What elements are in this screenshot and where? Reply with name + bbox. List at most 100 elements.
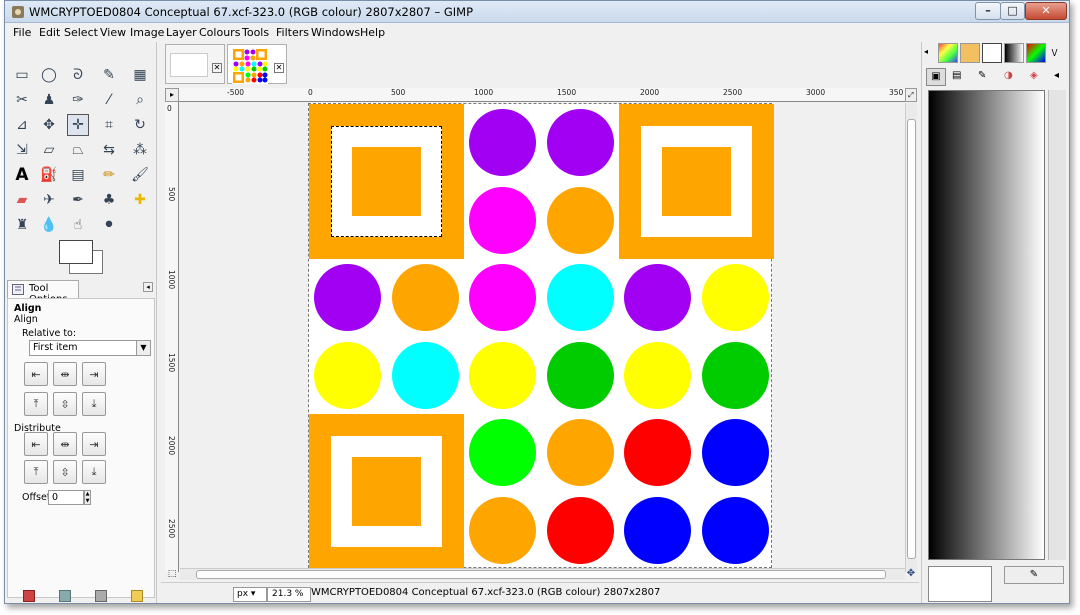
distribute-right-button[interactable]: ⇥ [82, 432, 106, 456]
minimize-button[interactable]: – [975, 2, 1001, 20]
perspective-clone-icon[interactable]: ♜ [11, 214, 33, 236]
paintbrush-icon[interactable]: 🖌 [129, 164, 151, 186]
pencil-icon[interactable]: ✏ [98, 164, 120, 186]
menu-select[interactable]: Select [64, 26, 98, 39]
menu-view[interactable]: View [100, 26, 126, 39]
dock-menu-icon[interactable]: ◂ [924, 47, 934, 57]
scrollbar-thumb[interactable] [196, 570, 886, 579]
menu-edit[interactable]: Edit [39, 26, 60, 39]
airbrush-icon[interactable]: ✈ [38, 189, 60, 211]
save-options-icon[interactable] [23, 590, 35, 602]
foreground-color-swatch[interactable] [59, 240, 93, 264]
fg-bg-color-selector[interactable] [57, 238, 109, 278]
ellipse-select-icon[interactable]: ◯ [38, 64, 60, 86]
horizontal-scrollbar[interactable] [180, 568, 905, 580]
move-icon[interactable]: ✥ [38, 114, 60, 136]
text-tool-icon[interactable]: A [11, 164, 33, 186]
edit-gradient-button[interactable]: ✎ [1004, 566, 1064, 584]
canvas-area[interactable] [180, 103, 905, 572]
scale-icon[interactable]: ⇲ [11, 139, 33, 161]
menu-windows[interactable]: Windows [311, 26, 360, 39]
gradient-preview[interactable] [928, 90, 1045, 560]
tab-palettes[interactable] [938, 43, 958, 63]
offset-input[interactable]: 0 [48, 490, 84, 505]
align-right-edge-button[interactable]: ⇥ [82, 362, 106, 386]
unit-select[interactable]: px ▾ [233, 587, 267, 602]
align-center-horizontal-button[interactable]: ⇹ [53, 362, 77, 386]
shear-icon[interactable]: ▱ [38, 139, 60, 161]
paths-icon[interactable]: ✑ [67, 89, 89, 111]
vertical-ruler[interactable]: 0 500 1000 1500 2000 2500 [165, 102, 179, 572]
tab-brushes[interactable] [982, 43, 1002, 63]
tab-colors[interactable] [1026, 43, 1046, 63]
delete-options-icon[interactable] [95, 590, 107, 602]
distribute-middle-button[interactable]: ⇳ [53, 460, 77, 484]
dock-more-icon[interactable]: Ｖ [1050, 46, 1059, 59]
menu-filters[interactable]: Filters [276, 26, 309, 39]
zoom-on-resize-icon[interactable]: ⤢ [905, 88, 917, 102]
color-picker-icon[interactable]: ⁄ [98, 89, 120, 111]
zoom-icon[interactable]: ⌕ [129, 89, 151, 111]
zoom-select[interactable]: 21.3 % ▾ [267, 587, 311, 603]
scrollbar-thumb[interactable] [907, 119, 916, 559]
align-top-edge-button[interactable]: ⤒ [24, 392, 48, 416]
menu-colours[interactable]: Colours [199, 26, 240, 39]
tab-layers-icon[interactable]: ▣ [926, 68, 946, 86]
cage-icon[interactable]: ⁂ [129, 139, 151, 161]
ink-icon[interactable]: ✒ [67, 189, 89, 211]
crop-icon[interactable]: ⌗ [98, 114, 120, 136]
maximize-button[interactable]: □ [1000, 2, 1025, 20]
tab-channels-icon[interactable]: ▤ [952, 70, 961, 81]
distribute-top-button[interactable]: ⤒ [24, 460, 48, 484]
dodge-burn-icon[interactable]: ⚫ [98, 214, 120, 236]
distribute-center-button[interactable]: ⇹ [53, 432, 77, 456]
smudge-icon[interactable]: ☝ [67, 214, 89, 236]
distribute-bottom-button[interactable]: ⤓ [82, 460, 106, 484]
dock-scrollbar[interactable] [1048, 90, 1066, 560]
heal-icon[interactable]: ✚ [129, 189, 151, 211]
menu-image[interactable]: Image [130, 26, 164, 39]
distribute-left-button[interactable]: ⇤ [24, 432, 48, 456]
bucket-fill-icon[interactable]: ⛽ [38, 164, 60, 186]
perspective-icon[interactable]: ⏢ [67, 139, 89, 161]
rotate-icon[interactable]: ↻ [129, 114, 151, 136]
align-middle-vertical-button[interactable]: ⇳ [53, 392, 77, 416]
scissors-icon[interactable]: ✂ [11, 89, 33, 111]
lasso-icon[interactable]: ᘐ [67, 64, 89, 86]
flip-icon[interactable]: ⇆ [98, 139, 120, 161]
measure-icon[interactable]: ⊿ [11, 114, 33, 136]
tab-pointer-icon[interactable]: ◈ [1030, 70, 1038, 81]
image-canvas[interactable] [308, 103, 774, 569]
vertical-scrollbar[interactable] [905, 103, 917, 572]
relative-to-select[interactable]: First item ▼ [29, 340, 151, 356]
menu-tools[interactable]: Tools [242, 26, 269, 39]
align-left-edge-button[interactable]: ⇤ [24, 362, 48, 386]
brush-preview[interactable] [928, 566, 992, 602]
fuzzy-select-icon[interactable]: ✎ [98, 64, 120, 86]
close-icon[interactable]: ✕ [274, 63, 284, 73]
tab-gradients[interactable] [1004, 43, 1024, 63]
image-menu-icon[interactable]: ▸ [165, 88, 179, 102]
clone-icon[interactable]: ♣ [98, 189, 120, 211]
configure-tab-icon[interactable]: ◂ [143, 282, 153, 292]
menu-file[interactable]: File [13, 26, 31, 39]
menu-layer[interactable]: Layer [166, 26, 197, 39]
navigate-icon[interactable]: ✥ [905, 568, 917, 580]
tab-conceptual-image[interactable]: ✕ [227, 44, 287, 84]
quick-mask-icon[interactable]: ⬚ [165, 568, 179, 580]
restore-options-icon[interactable] [59, 590, 71, 602]
close-button[interactable]: ✕ [1025, 2, 1067, 20]
tab-tool-options[interactable]: Tool Options [7, 280, 79, 305]
close-icon[interactable]: ✕ [212, 63, 222, 73]
eraser-icon[interactable]: ▰ [11, 189, 33, 211]
reset-options-icon[interactable] [131, 590, 143, 602]
select-by-color-icon[interactable]: ▦ [129, 64, 151, 86]
horizontal-ruler[interactable]: -500 0 500 1000 1500 2000 2500 3000 350 [179, 88, 905, 102]
title-bar[interactable]: WMCRYPTOED0804 Conceptual 67.xcf-323.0 (… [5, 1, 1069, 23]
align-bottom-edge-button[interactable]: ⤓ [82, 392, 106, 416]
tab-patterns[interactable] [960, 43, 980, 63]
blend-icon[interactable]: ▤ [67, 164, 89, 186]
blur-icon[interactable]: 💧 [38, 214, 60, 236]
tab-paths-icon[interactable]: ✎ [978, 70, 986, 81]
tab-blank-image[interactable]: ✕ [165, 44, 225, 84]
